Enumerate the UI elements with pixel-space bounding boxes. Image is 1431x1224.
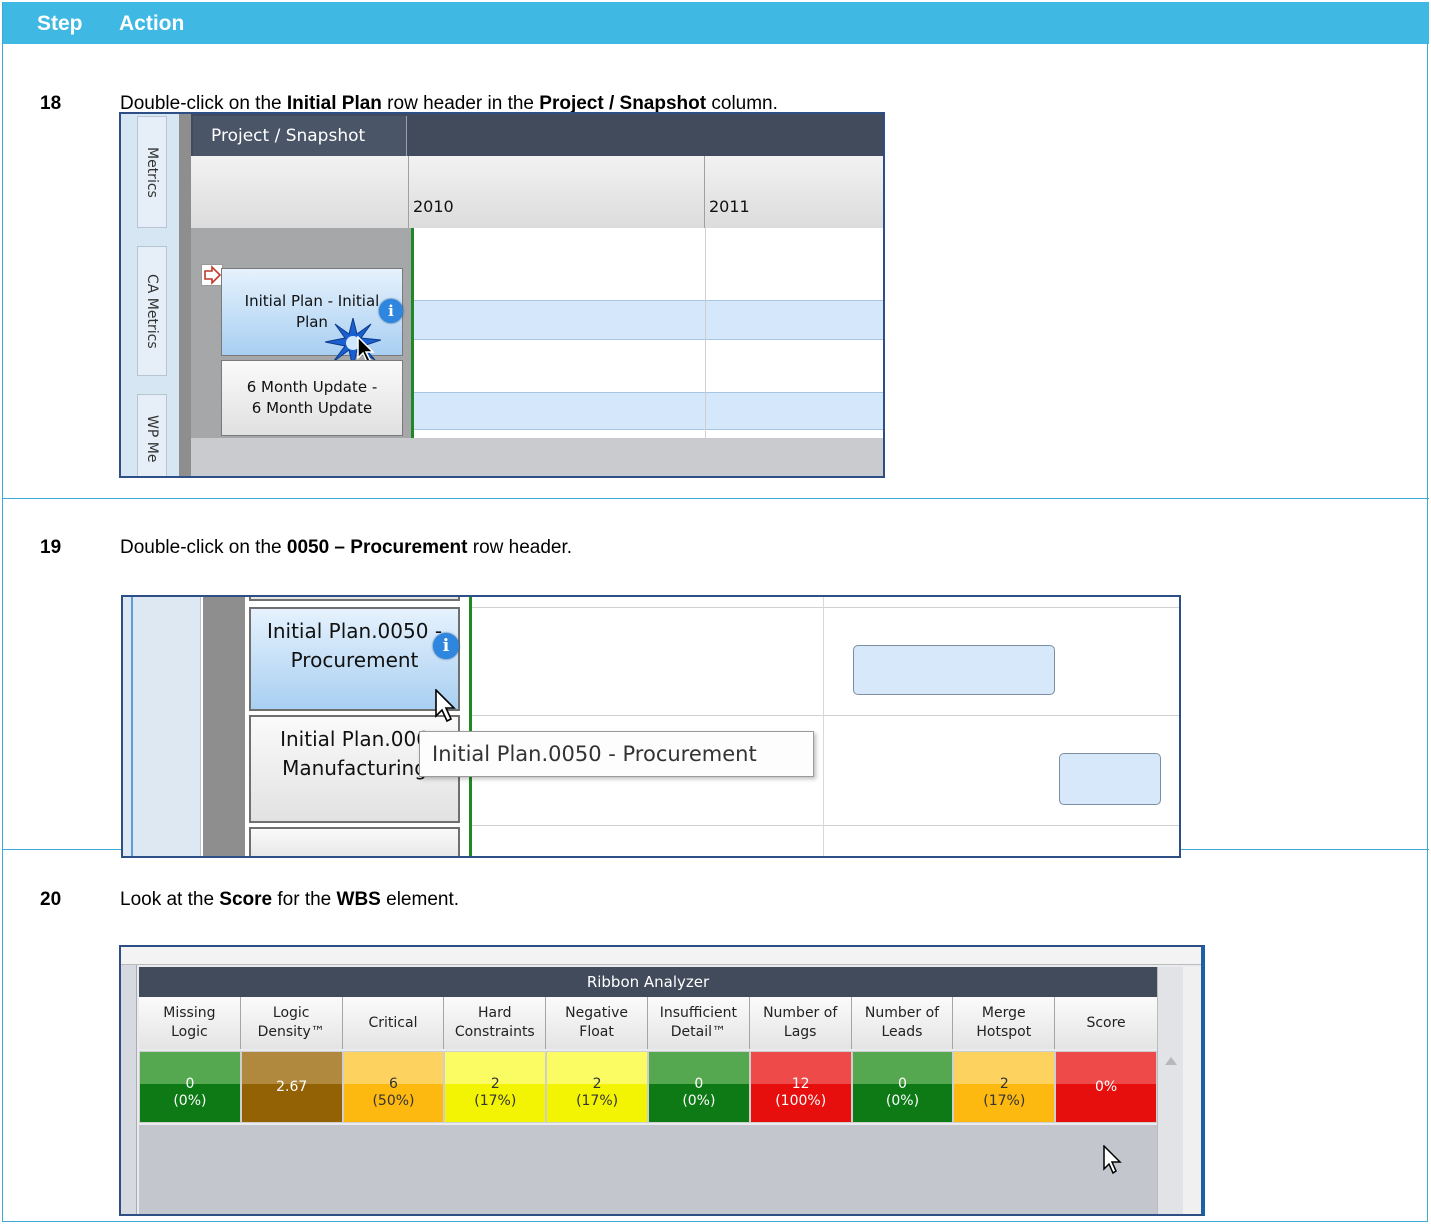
metric-value: 6 (50%) [372,1076,415,1109]
step-instruction: Look at the Score for the WBS element. [120,889,460,910]
metric-value: 0 (0%) [682,1076,716,1109]
table-header: Step Action [3,2,1429,44]
year-header-2011[interactable]: 2011 [705,156,883,228]
metric-value: 2.67 [276,1078,308,1095]
left-strip [121,965,137,1214]
tab-wp-metrics[interactable]: WP Me [137,394,167,476]
row-header-next[interactable] [249,827,460,856]
screenshot-project-snapshot: Metrics CA Metrics WP Me Project / Snaps… [119,112,885,478]
year-header-2010[interactable]: 2010 [409,156,705,228]
metric-value: 2 (17%) [576,1076,619,1109]
metric-value: 0 (0%) [173,1076,207,1109]
metric-value: 0 (0%) [885,1076,920,1109]
metric-cell[interactable]: 2 (17%) [444,1051,547,1123]
column-header-score[interactable]: Score [1055,997,1157,1049]
vertical-scrollbar[interactable] [1157,967,1183,1214]
metric-cell[interactable]: 0 (0%) [851,1051,954,1123]
metric-cell[interactable]: 0 (0%) [139,1051,241,1123]
grid-line [472,715,1179,716]
side-panel [123,597,201,856]
info-icon[interactable]: i [379,299,403,323]
empty-area [139,1125,1157,1214]
metric-cell[interactable]: 6 (50%) [342,1051,445,1123]
metric-value: 0% [1094,1078,1118,1095]
gantt-bar-procurement[interactable] [853,645,1055,695]
empty-area [191,438,883,476]
column-header[interactable]: Negative Float [546,997,648,1049]
right-strip [1183,967,1201,1214]
grid-line [472,825,1179,826]
info-icon[interactable]: i [433,633,459,659]
header-action: Action [119,12,185,35]
gantt-bar-manufacturing[interactable] [1059,753,1161,805]
row-header-6-month-update[interactable]: 6 Month Update - 6 Month Update [221,360,403,436]
window-top-bar [121,947,1201,965]
metric-value: 2 (17%) [474,1076,517,1109]
step-instruction: Double-click on the 0050 – Procurement r… [120,537,573,558]
header-step: Step [37,12,83,35]
tab-metrics[interactable]: Metrics [137,116,167,228]
metric-cell[interactable]: 0 (0%) [647,1051,750,1123]
expand-arrow-icon[interactable] [201,264,223,286]
timeline-bar [411,300,883,340]
mouse-cursor-icon [435,688,459,727]
metric-cell[interactable]: 2 (17%) [546,1051,648,1123]
ribbon-analyzer-title: Ribbon Analyzer [139,967,1157,997]
column-title[interactable]: Project / Snapshot [193,116,407,156]
column-header[interactable]: Missing Logic [139,997,241,1049]
column-header[interactable]: Critical [342,997,445,1049]
metric-headers: Missing Logic Logic Density™ Critical Ha… [139,997,1157,1049]
column-header[interactable]: Insufficient Detail™ [647,997,750,1049]
step-number: 19 [40,537,62,558]
current-date-line [411,228,414,438]
step-number: 20 [40,889,62,910]
metric-cells: 0 (0%) 2.67 6 (50%) 2 (17%) 2 (17%) 0 (0%) 12 … [139,1051,1157,1125]
column-header[interactable]: Number of Leads [851,997,954,1049]
tooltip: Initial Plan.0050 - Procurement [419,731,814,777]
row-header-0050-procurement[interactable]: Initial Plan.0050 - Procurement [249,607,460,711]
tab-ca-metrics[interactable]: CA Metrics [137,246,167,376]
metric-value: 12 (100%) [775,1076,827,1109]
step-number: 18 [40,93,62,114]
metric-cell[interactable]: 2 (17%) [953,1051,1056,1123]
column-header[interactable]: Merge Hotspot [953,997,1056,1049]
metric-cell[interactable]: 2.67 [240,1051,343,1123]
row-gutter [179,114,191,476]
screenshot-ribbon-analyzer: Ribbon Analyzer Missing Logic Logic Dens… [119,945,1205,1216]
scroll-up-icon[interactable] [1165,1057,1177,1065]
vertical-tabs: Metrics CA Metrics WP Me [121,114,179,476]
grid-line [472,607,1179,608]
metric-value: 2 (17%) [983,1076,1026,1109]
column-header[interactable]: Logic Density™ [240,997,343,1049]
score-cell[interactable]: 0% [1055,1051,1157,1123]
mouse-cursor-icon [1103,1144,1125,1179]
grid-line [823,597,824,856]
screenshot-procurement: Initial Plan.0050 - Procurement i Initia… [121,595,1181,858]
column-header[interactable]: Number of Lags [749,997,852,1049]
corner-cell [191,156,409,228]
timeline-bar [411,392,883,430]
metric-cell[interactable]: 12 (100%) [749,1051,852,1123]
side-panel-line [131,597,133,856]
column-header[interactable]: Hard Constraints [444,997,547,1049]
row-gutter [203,597,245,856]
row-header-previous[interactable] [249,597,460,601]
current-date-line [469,597,472,856]
